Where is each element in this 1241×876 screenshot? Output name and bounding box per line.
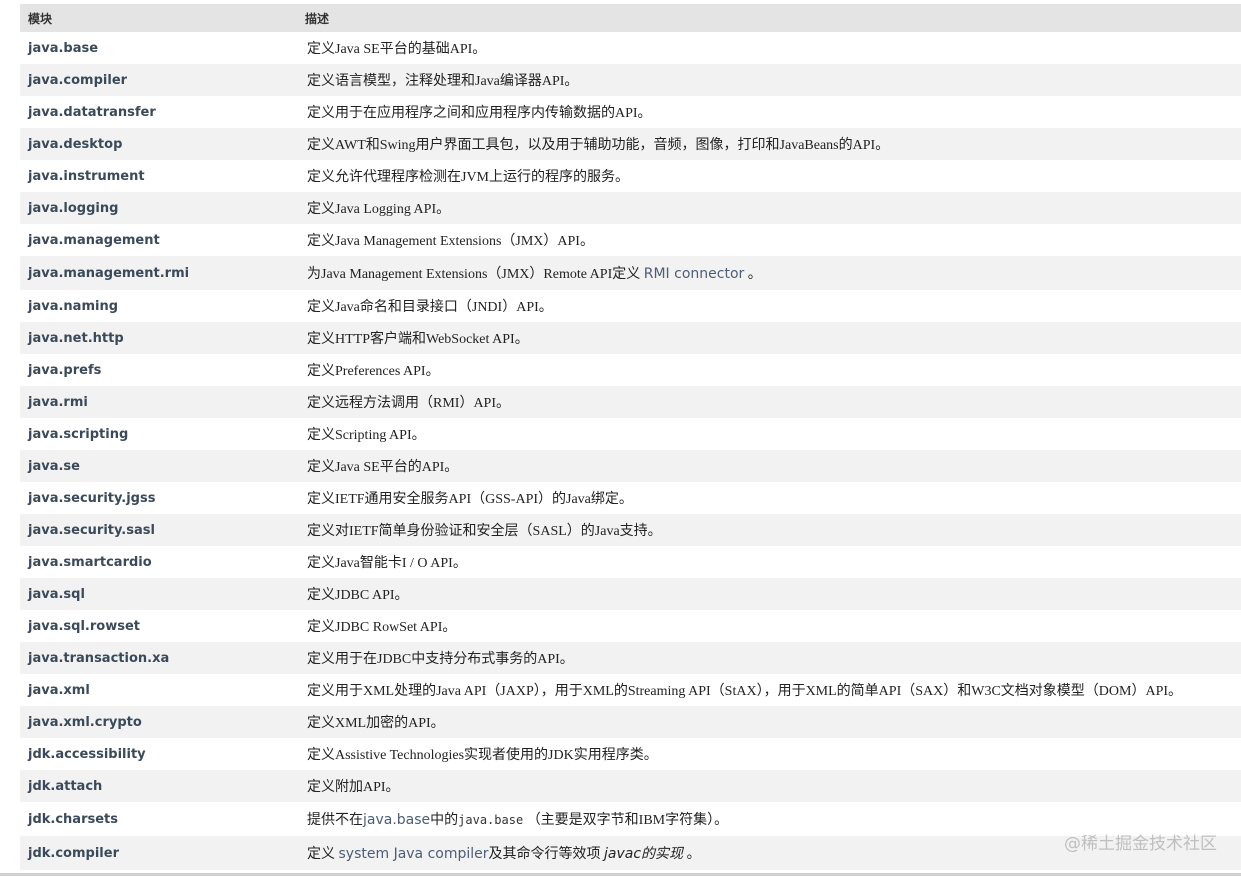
module-name[interactable]: java.xml.crypto	[20, 715, 297, 730]
module-description: 定义IETF通用安全服务API（GSS-API）的Java绑定。	[307, 492, 633, 507]
table-row: java.prefs 定义Preferences API。	[20, 354, 1241, 386]
table-row: jdk.accessibility 定义Assistive Technologi…	[20, 738, 1241, 770]
table-row: java.smartcardio 定义Java智能卡I / O API。	[20, 546, 1241, 578]
module-name[interactable]: java.naming	[20, 299, 297, 314]
module-description: 为Java Management Extensions（JMX）Remote A…	[297, 263, 1241, 283]
desc-text: 为Java Management Extensions（JMX）Remote A…	[307, 267, 644, 282]
module-description: 定义Java命名和目录接口（JNDI）API。	[307, 300, 553, 315]
table-row: java.transaction.xa 定义用于在JDBC中支持分布式事务的AP…	[20, 642, 1241, 674]
table-row: java.sql 定义JDBC API。	[20, 578, 1241, 610]
module-name[interactable]: java.desktop	[20, 137, 297, 152]
module-name[interactable]: java.smartcardio	[20, 555, 297, 570]
desc-text: 。	[744, 267, 762, 282]
module-description: 定义Java Logging API。	[307, 202, 451, 217]
table-row: jdk.attach 定义附加API。	[20, 770, 1241, 802]
module-description: 定义Java SE平台的基础API。	[307, 42, 487, 57]
module-name[interactable]: jdk.compiler	[20, 846, 297, 861]
desc-text: （主要是双字节和IBM字符集）。	[523, 813, 729, 828]
module-description: 定义AWT和Swing用户界面工具包，以及用于辅助功能，音频，图像，打印和Jav…	[307, 138, 890, 153]
module-name[interactable]: java.management	[20, 233, 297, 248]
rmi-connector-link[interactable]: RMI connector	[644, 266, 745, 282]
module-name[interactable]: java.rmi	[20, 395, 297, 410]
table-header: 模块 描述	[20, 4, 1241, 32]
module-description: 定义语言模型，注释处理和Java编译器API。	[307, 74, 579, 89]
module-description: 定义用于XML处理的Java API（JAXP），用于XML的Streaming…	[307, 684, 1183, 699]
module-name[interactable]: java.management.rmi	[20, 266, 297, 281]
module-name[interactable]: java.scripting	[20, 427, 297, 442]
table-row: java.desktop 定义AWT和Swing用户界面工具包，以及用于辅助功能…	[20, 128, 1241, 160]
module-description: 定义对IETF简单身份验证和安全层（SASL）的Java支持。	[307, 524, 662, 539]
module-description: 定义允许代理程序检测在JVM上运行的程序的服务。	[307, 170, 630, 185]
module-description: 定义Assistive Technologies实现者使用的JDK实用程序类。	[307, 748, 658, 763]
module-name[interactable]: jdk.accessibility	[20, 747, 297, 762]
table-row: java.naming 定义Java命名和目录接口（JNDI）API。	[20, 290, 1241, 322]
module-description: 定义远程方法调用（RMI）API。	[307, 396, 511, 411]
table-row: java.se 定义Java SE平台的API。	[20, 450, 1241, 482]
module-name[interactable]: java.sql.rowset	[20, 619, 297, 634]
javac-italic-text: javac的实现	[604, 846, 684, 862]
module-description: 定义Java SE平台的API。	[307, 460, 459, 475]
module-description: 定义XML加密的API。	[307, 716, 445, 731]
module-description: 定义附加API。	[307, 780, 400, 795]
table-row: java.compiler 定义语言模型，注释处理和Java编译器API。	[20, 64, 1241, 96]
table-row: java.xml 定义用于XML处理的Java API（JAXP），用于XML的…	[20, 674, 1241, 706]
table-row: java.security.sasl 定义对IETF简单身份验证和安全层（SAS…	[20, 514, 1241, 546]
table-row: java.net.http 定义HTTP客户端和WebSocket API。	[20, 322, 1241, 354]
module-name[interactable]: java.compiler	[20, 73, 297, 88]
module-name[interactable]: java.se	[20, 459, 297, 474]
module-name[interactable]: jdk.attach	[20, 779, 297, 794]
module-description: 定义JDBC RowSet API。	[307, 620, 457, 635]
module-description: 定义Java Management Extensions（JMX）API。	[307, 234, 594, 249]
module-table: 模块 描述 java.base 定义Java SE平台的基础API。 java.…	[20, 4, 1241, 870]
module-name[interactable]: java.sql	[20, 587, 297, 602]
table-row: java.scripting 定义Scripting API。	[20, 418, 1241, 450]
module-name[interactable]: java.logging	[20, 201, 297, 216]
module-description: 定义Preferences API。	[307, 364, 440, 379]
java-base-link[interactable]: java.base	[363, 812, 430, 828]
table-row: jdk.compiler 定义 system Java compiler及其命令…	[20, 836, 1241, 870]
table-row: java.security.jgss 定义IETF通用安全服务API（GSS-A…	[20, 482, 1241, 514]
table-row: java.sql.rowset 定义JDBC RowSet API。	[20, 610, 1241, 642]
desc-text: 中的	[430, 813, 459, 828]
watermark: @稀土掘金技术社区	[1064, 834, 1217, 854]
table-row: java.logging 定义Java Logging API。	[20, 192, 1241, 224]
table-row: java.management.rmi 为Java Management Ext…	[20, 256, 1241, 290]
module-description: 定义JDBC API。	[307, 588, 409, 603]
java-base-code: java.base	[458, 813, 524, 827]
desc-text: 定义	[307, 847, 339, 862]
module-name[interactable]: java.xml	[20, 683, 297, 698]
module-name[interactable]: java.security.jgss	[20, 491, 297, 506]
module-name[interactable]: java.instrument	[20, 169, 297, 184]
table-row: java.management 定义Java Management Extens…	[20, 224, 1241, 256]
table-row: java.datatransfer 定义用于在应用程序之间和应用程序内传输数据的…	[20, 96, 1241, 128]
module-name[interactable]: jdk.charsets	[20, 812, 297, 827]
module-name[interactable]: java.security.sasl	[20, 523, 297, 538]
module-name[interactable]: java.prefs	[20, 363, 297, 378]
table-row: java.base 定义Java SE平台的基础API。	[20, 32, 1241, 64]
module-name[interactable]: java.datatransfer	[20, 105, 297, 120]
module-name[interactable]: java.base	[20, 41, 297, 56]
table-row: jdk.charsets 提供不在java.base中的java.base （主…	[20, 802, 1241, 836]
module-name[interactable]: java.transaction.xa	[20, 651, 297, 666]
module-description: 定义Java智能卡I / O API。	[307, 556, 467, 571]
module-description: 定义用于在应用程序之间和应用程序内传输数据的API。	[307, 106, 652, 121]
header-description: 描述	[305, 11, 330, 26]
system-java-compiler-link[interactable]: system Java compiler	[339, 846, 489, 862]
table-row: java.rmi 定义远程方法调用（RMI）API。	[20, 386, 1241, 418]
header-module: 模块	[28, 11, 53, 26]
module-description: 定义HTTP客户端和WebSocket API。	[307, 332, 529, 347]
desc-text: 及其命令行等效项	[488, 847, 605, 862]
table-row: java.xml.crypto 定义XML加密的API。	[20, 706, 1241, 738]
table-row: java.instrument 定义允许代理程序检测在JVM上运行的程序的服务。	[20, 160, 1241, 192]
desc-text: 提供不在	[307, 813, 363, 828]
module-description: 定义用于在JDBC中支持分布式事务的API。	[307, 652, 574, 667]
desc-text: 。	[683, 847, 701, 862]
module-name[interactable]: java.net.http	[20, 331, 297, 346]
module-description: 提供不在java.base中的java.base （主要是双字节和IBM字符集）…	[297, 809, 1241, 829]
module-description: 定义Scripting API。	[307, 428, 426, 443]
